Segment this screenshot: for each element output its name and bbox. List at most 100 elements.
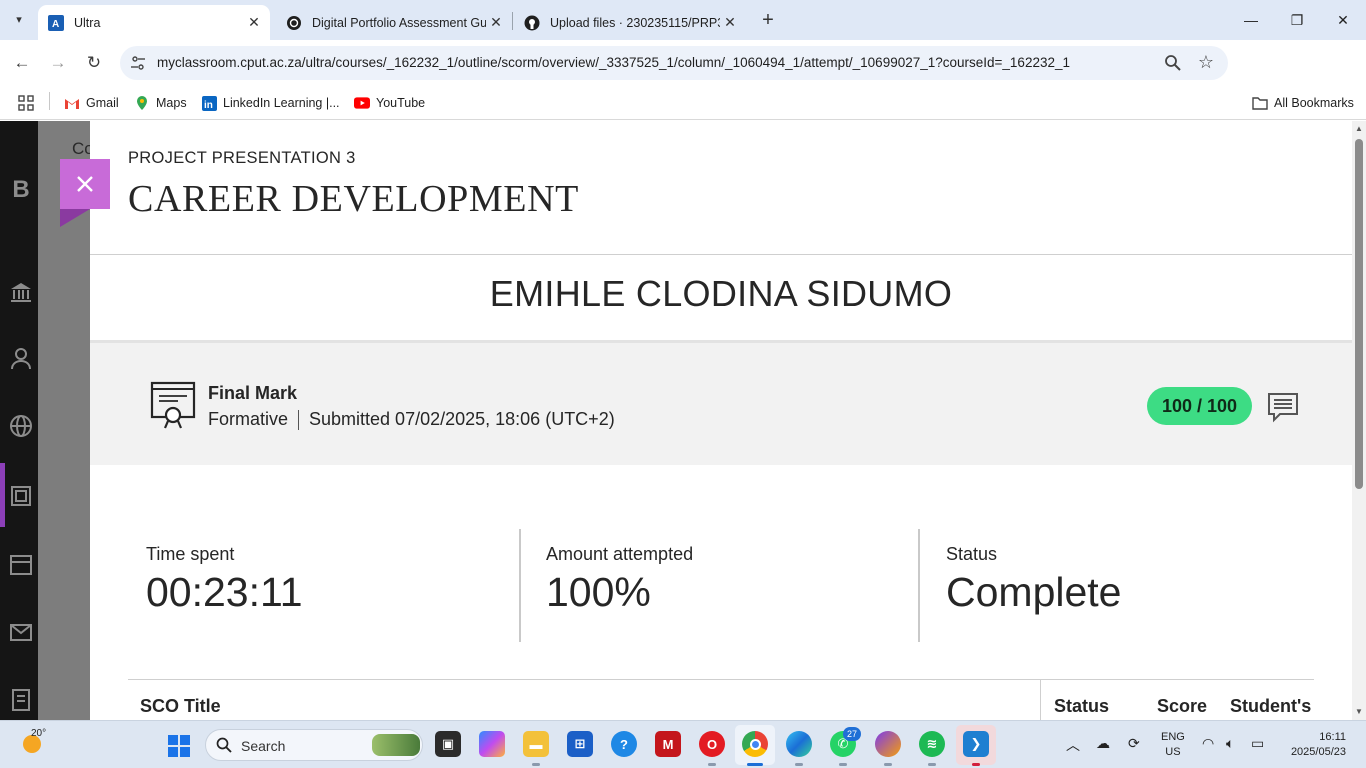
opera-icon[interactable]: O	[699, 731, 725, 757]
sync-icon[interactable]: ⟳	[1128, 735, 1140, 752]
column-header-sco-title[interactable]: SCO Title	[140, 696, 221, 717]
column-header-status[interactable]: Status	[1054, 696, 1109, 717]
bookmark-label: LinkedIn Learning |...	[223, 96, 340, 110]
column-header-score[interactable]: Score	[1157, 696, 1207, 717]
show-hidden-icons-chevron-icon[interactable]: ︿	[1066, 735, 1080, 755]
back-arrow-icon[interactable]: ←	[10, 51, 34, 75]
column-header-students[interactable]: Student's	[1230, 696, 1311, 717]
maps-icon	[134, 95, 150, 111]
close-tab-icon[interactable]: ✕	[244, 13, 264, 33]
minimize-icon[interactable]: —	[1228, 0, 1274, 40]
close-tab-icon[interactable]: ✕	[486, 13, 506, 33]
window-close-icon[interactable]: ✕	[1320, 0, 1366, 40]
certificate-icon	[150, 381, 196, 429]
tab-digital-portfolio[interactable]: Digital Portfolio Assessment Gu ✕	[276, 5, 512, 40]
folder-icon	[1252, 95, 1268, 111]
bookmark-label: Maps	[156, 96, 187, 110]
windows-start-icon[interactable]	[167, 734, 191, 758]
running-indicator	[928, 763, 936, 766]
stat-status: Status Complete	[946, 544, 1121, 616]
app-icon[interactable]	[875, 731, 901, 757]
new-tab-button[interactable]: +	[756, 9, 780, 31]
github-favicon-icon	[524, 15, 540, 31]
stat-label: Status	[946, 544, 998, 564]
tab-search-button[interactable]: ▾	[8, 8, 30, 30]
bookmark-maps[interactable]: Maps	[134, 92, 187, 114]
weather-temperature: 20°	[31, 728, 47, 739]
close-icon	[77, 176, 93, 192]
reload-icon[interactable]: ↻	[82, 51, 106, 75]
stat-time-spent: Time spent 00:23:11	[146, 544, 303, 616]
profile-icon[interactable]	[8, 345, 34, 371]
running-indicator	[839, 763, 847, 766]
student-name: EMIHLE CLODINA SIDUMO	[489, 273, 953, 314]
url-text[interactable]: myclassroom.cput.ac.za/ultra/courses/_16…	[157, 55, 1070, 70]
restore-icon[interactable]: ❐	[1274, 0, 1320, 40]
microsoft-store-icon[interactable]: ⊞	[567, 731, 593, 757]
onedrive-icon[interactable]: ☁	[1096, 735, 1110, 752]
bookmark-star-icon[interactable]: ☆	[1198, 52, 1214, 73]
windows-taskbar: 20° Search ▣ ▬ ⊞ ? M O ✆ 27 ≋ ❯ ︿ ☁ ⟳ EN…	[0, 720, 1366, 768]
bookmark-linkedin-learning[interactable]: in LinkedIn Learning |...	[201, 92, 340, 114]
score-badge[interactable]: 100 / 100	[1147, 387, 1252, 425]
stat-amount-attempted: Amount attempted 100%	[546, 544, 693, 616]
all-bookmarks[interactable]: All Bookmarks	[1252, 92, 1354, 114]
vscode-icon[interactable]: ❯	[963, 731, 989, 757]
scroll-down-arrow-icon[interactable]: ▼	[1354, 707, 1364, 716]
mcafee-icon[interactable]: M	[655, 731, 681, 757]
region-code: US	[1165, 746, 1181, 758]
tab-upload-files[interactable]: Upload files · 230235115/PRP37 ✕	[514, 5, 746, 40]
bookmark-gmail[interactable]: Gmail	[64, 92, 119, 114]
clock-time: 16:11	[1319, 731, 1346, 743]
task-view-icon[interactable]: ▣	[435, 731, 461, 757]
close-panel-button[interactable]	[60, 159, 110, 209]
page-title: CAREER DEVELOPMENT	[128, 178, 579, 220]
scroll-up-arrow-icon[interactable]: ▲	[1354, 124, 1364, 133]
running-indicator	[747, 763, 763, 766]
clock-date: 2025/05/23	[1290, 746, 1346, 758]
battery-icon[interactable]: ▭	[1251, 735, 1264, 752]
scrollbar-thumb[interactable]	[1355, 139, 1363, 489]
close-tab-icon[interactable]: ✕	[720, 13, 740, 33]
volume-icon[interactable]: 🔈︎	[1226, 735, 1234, 752]
institution-icon[interactable]	[8, 279, 34, 305]
system-clock[interactable]: 16:11 2025/05/23	[1278, 730, 1346, 760]
zoom-icon[interactable]	[1164, 54, 1182, 72]
messages-icon[interactable]	[8, 619, 34, 645]
site-info-icon[interactable]	[130, 55, 146, 71]
grades-icon[interactable]	[8, 687, 34, 713]
search-highlight-image	[372, 734, 420, 756]
submitted-date: Submitted 07/02/2025, 18:06 (UTC+2)	[309, 409, 615, 429]
svg-text:in: in	[204, 100, 213, 111]
search-icon	[216, 737, 232, 753]
help-icon[interactable]: ?	[611, 731, 637, 757]
globe-icon[interactable]	[8, 413, 34, 439]
tab-ultra[interactable]: A Ultra ✕	[38, 5, 270, 40]
input-language[interactable]: ENG US	[1161, 730, 1185, 760]
address-bar[interactable]: myclassroom.cput.ac.za/ultra/courses/_16…	[120, 46, 1228, 80]
wifi-icon[interactable]: ◠	[1202, 735, 1214, 752]
apps-grid-icon[interactable]	[18, 92, 34, 114]
chrome-icon[interactable]	[742, 731, 768, 757]
inline-divider	[298, 409, 300, 430]
taskbar-search[interactable]: Search	[205, 729, 423, 761]
edge-icon[interactable]	[786, 731, 812, 757]
blackboard-logo-icon: B	[12, 176, 30, 203]
vertical-scrollbar[interactable]: ▲ ▼	[1352, 121, 1366, 720]
feedback-icon[interactable]	[1266, 390, 1300, 424]
running-indicator	[972, 763, 980, 766]
active-nav-indicator	[0, 463, 5, 527]
assessment-type: Formative	[208, 409, 289, 429]
svg-text:A: A	[52, 19, 59, 30]
final-mark-details: Formative Submitted 07/02/2025, 18:06 (U…	[208, 409, 615, 430]
copilot-icon[interactable]	[479, 731, 505, 757]
file-explorer-icon[interactable]: ▬	[523, 731, 549, 757]
browser-toolbar: ← → ↻ myclassroom.cput.ac.za/ultra/cours…	[0, 40, 1366, 114]
courses-icon[interactable]	[8, 483, 34, 509]
final-mark-title: Final Mark	[208, 383, 298, 403]
forward-arrow-icon[interactable]: →	[46, 51, 70, 75]
calendar-icon[interactable]	[8, 551, 34, 577]
language-code: ENG	[1161, 731, 1185, 743]
bookmark-youtube[interactable]: YouTube	[354, 92, 425, 114]
spotify-icon[interactable]: ≋	[919, 731, 945, 757]
